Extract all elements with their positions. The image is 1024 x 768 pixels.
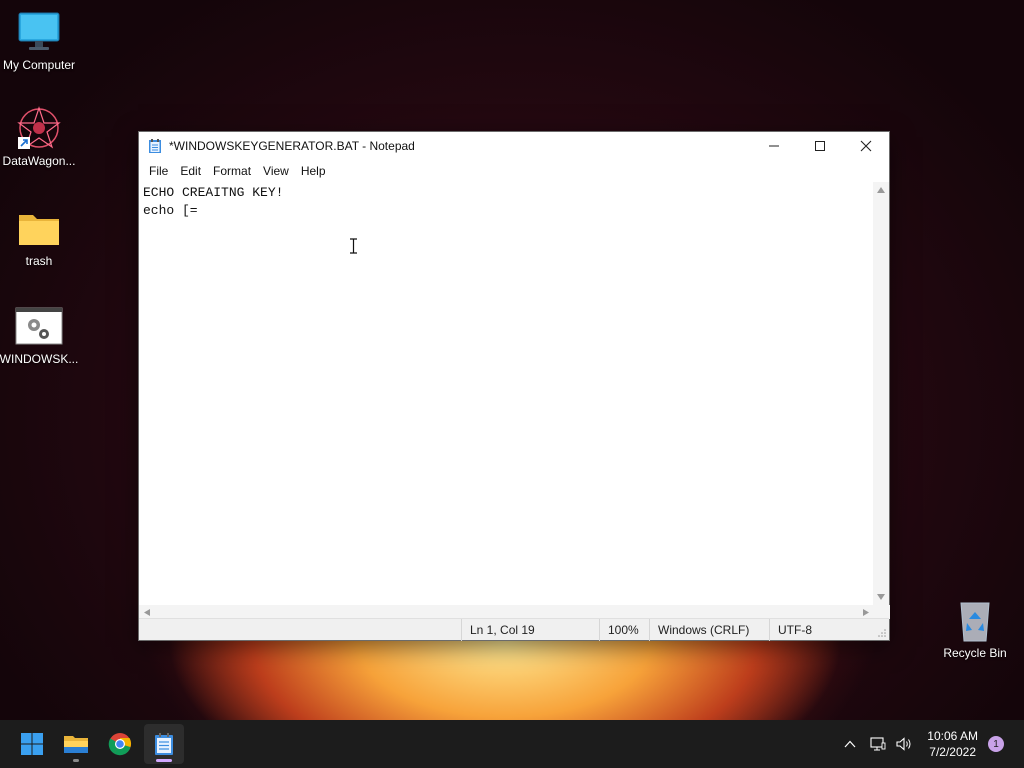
minimize-button[interactable] (751, 132, 797, 160)
notepad-window: *WINDOWSKEYGENERATOR.BAT - Notepad File … (138, 131, 890, 641)
minimize-icon (769, 145, 779, 147)
network-icon (870, 737, 886, 751)
volume-button[interactable] (891, 720, 917, 768)
notepad-icon (155, 733, 173, 755)
menu-bar: File Edit Format View Help (139, 160, 889, 182)
taskbar: 10:06 AM 7/2/2022 1 (0, 720, 1024, 768)
file-explorer-icon (64, 736, 88, 753)
desktop-icon-label: WINDOWSK... (0, 352, 79, 366)
desktop-icon-label: My Computer (2, 58, 76, 72)
menu-view[interactable]: View (257, 160, 295, 182)
taskbar-notepad[interactable] (144, 724, 184, 764)
clock[interactable]: 10:06 AM 7/2/2022 (927, 728, 978, 760)
datawagon-icon (15, 104, 63, 152)
start-icon (21, 733, 43, 755)
close-icon (860, 140, 872, 152)
close-button[interactable] (843, 132, 889, 160)
start-button[interactable] (12, 724, 52, 764)
chevron-up-icon (844, 740, 856, 748)
desktop-icon-recycle-bin[interactable]: Recycle Bin (936, 596, 1014, 660)
menu-edit[interactable]: Edit (174, 160, 207, 182)
menu-file[interactable]: File (143, 160, 174, 182)
network-button[interactable] (865, 720, 891, 768)
status-cursor-position: Ln 1, Col 19 (461, 619, 597, 641)
notification-badge[interactable]: 1 (988, 736, 1004, 752)
recycle-bin-icon (951, 596, 999, 644)
desktop-icon-label: DataWagon... (2, 154, 76, 168)
show-hidden-icons-button[interactable] (835, 720, 865, 768)
maximize-button[interactable] (797, 132, 843, 160)
horizontal-scrollbar[interactable] (139, 605, 890, 619)
notepad-app-icon (149, 139, 161, 153)
clock-date: 7/2/2022 (929, 745, 976, 759)
status-bar: Ln 1, Col 19 100% Windows (CRLF) UTF-8 (139, 618, 889, 641)
vertical-scrollbar[interactable] (873, 182, 889, 605)
title-bar[interactable]: *WINDOWSKEYGENERATOR.BAT - Notepad (139, 132, 889, 160)
maximize-icon (815, 141, 825, 151)
speaker-icon (896, 737, 911, 751)
clock-time: 10:06 AM (927, 729, 978, 743)
scroll-down-icon[interactable] (876, 593, 886, 601)
taskbar-chrome[interactable] (100, 724, 140, 764)
monitor-icon (15, 8, 63, 56)
folder-icon (15, 204, 63, 252)
desktop-icon-trash-folder[interactable]: trash (0, 204, 78, 268)
system-tray: 10:06 AM 7/2/2022 1 (835, 720, 1024, 768)
resize-grip-icon[interactable] (877, 628, 887, 638)
status-encoding: UTF-8 (769, 619, 869, 641)
scroll-left-icon[interactable] (143, 608, 151, 617)
batch-file-icon (15, 302, 63, 350)
menu-help[interactable]: Help (295, 160, 332, 182)
desktop-icon-windowskeygenerator[interactable]: WINDOWSK... (0, 302, 78, 366)
desktop-icon-datawagon[interactable]: DataWagon... (0, 104, 78, 168)
text-editor[interactable]: ECHO CREAITNG KEY! echo [= (139, 182, 874, 605)
scroll-up-icon[interactable] (876, 186, 886, 194)
status-zoom: 100% (599, 619, 649, 641)
window-title: *WINDOWSKEYGENERATOR.BAT - Notepad (169, 139, 415, 153)
menu-format[interactable]: Format (207, 160, 257, 182)
taskbar-file-explorer[interactable] (56, 724, 96, 764)
status-line-ending: Windows (CRLF) (649, 619, 767, 641)
desktop-icon-label: trash (25, 254, 53, 268)
text-cursor-icon (350, 238, 357, 254)
scroll-right-icon[interactable] (862, 608, 870, 617)
desktop-icon-my-computer[interactable]: My Computer (0, 8, 78, 72)
desktop-icon-label: Recycle Bin (943, 646, 1007, 660)
chrome-icon (108, 733, 132, 756)
